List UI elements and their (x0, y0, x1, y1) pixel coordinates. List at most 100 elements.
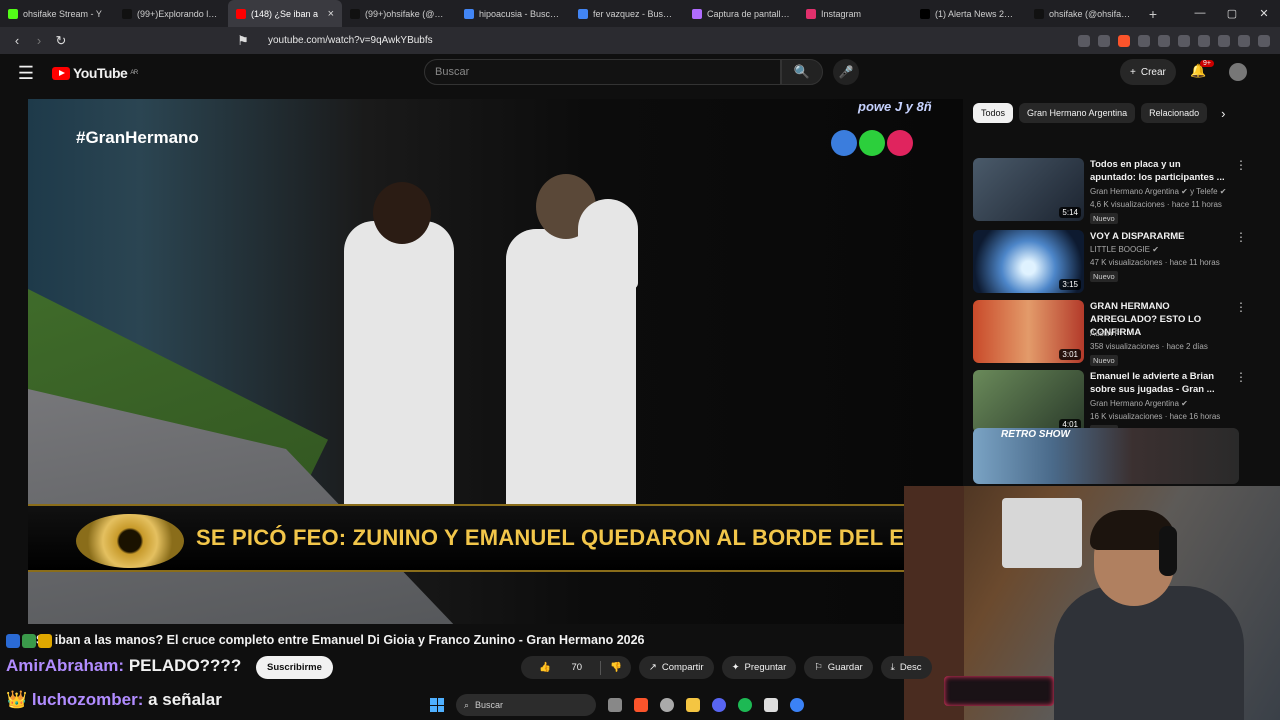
browser-tab[interactable]: ohsifake Stream - Y (0, 0, 114, 27)
notification-count-badge: 9+ (1200, 60, 1214, 67)
save-button[interactable]: ⚐ Guardar (804, 656, 873, 679)
minimize-icon[interactable]: — (1184, 7, 1216, 20)
recommendation-thumbnail[interactable]: 5:14 (973, 158, 1084, 221)
recommendation-title[interactable]: Todos en placa y un apuntado: los partic… (1090, 158, 1225, 184)
browser-tab[interactable]: hipoacusia - Buscar co (456, 0, 570, 27)
recommendation-thumbnail[interactable]: 3:15 (973, 230, 1084, 293)
browser-tab[interactable]: (99+)Explorando la Cu (114, 0, 228, 27)
recommendation-item[interactable]: 3:15 VOY A DISPARARME LITTLE BOOGIE ✔ 47 K … (973, 230, 1247, 294)
app-icon[interactable] (790, 698, 804, 712)
brave-browser-icon[interactable] (634, 698, 648, 712)
duration-badge: 5:14 (1059, 207, 1081, 218)
recommendation-item[interactable]: 3:01 GRAN HERMANO ARREGLADO? ESTO LO CONF… (973, 300, 1247, 366)
tab-title: Captura de pantalla pa (707, 8, 790, 19)
ask-button[interactable]: ✦ Preguntar (721, 656, 797, 679)
chevron-right-icon[interactable]: › (1221, 106, 1225, 121)
sparkle-icon: ✦ (731, 662, 740, 673)
back-icon[interactable]: ‹ (6, 33, 28, 48)
chat-message: AmirAbraham: PELADO???? (6, 656, 241, 676)
close-icon[interactable]: ✕ (1248, 7, 1280, 20)
tab-title: fer vazquez - Buscar co (593, 8, 676, 19)
recommendation-thumb-retro[interactable]: RETRO SHOW (973, 428, 1239, 484)
youtube-logo[interactable]: YouTube AR (52, 65, 138, 81)
taskbar-search[interactable]: ⌕ Buscar (456, 694, 596, 716)
browser-tab[interactable]: (148) ¿Se iban a × (228, 0, 342, 27)
download-button[interactable]: ⤓ Descargar (880, 656, 932, 679)
forward-icon[interactable]: › (28, 33, 50, 48)
video-actions: 👍 70 👎 ↗ Compartir ✦ Preguntar ⚐ Guardar ⤓ D… (521, 656, 932, 679)
person-head (373, 182, 431, 244)
file-explorer-icon[interactable] (686, 698, 700, 712)
browser-tab[interactable]: Captura de pantalla pa (684, 0, 798, 27)
share-button[interactable]: ↗ Compartir (638, 656, 714, 679)
recommendation-channel[interactable]: Gran Hermano Argentina ✔ y Telefe ✔ (1090, 187, 1226, 196)
extension-icon[interactable] (1178, 34, 1190, 47)
chat-text: a señalar (148, 690, 222, 709)
chip-todos[interactable]: Todos (973, 103, 1014, 123)
discord-icon[interactable] (712, 698, 726, 712)
recommendation-title[interactable]: VOY A DISPARARME (1090, 230, 1225, 243)
spotify-icon[interactable] (738, 698, 752, 712)
video-player[interactable]: #GranHermano powe J y 8ñ SE PICÓ FEO: ZU… (28, 99, 963, 624)
recommendation-channel[interactable]: Gran Hermano Argentina ✔ (1090, 399, 1188, 408)
hamburger-menu-icon[interactable]: ☰ (0, 63, 52, 84)
app-icon[interactable] (764, 698, 778, 712)
browser-tab[interactable]: Instagram (798, 0, 912, 27)
recommendation-views: 47 K visualizaciones · hace 11 horas (1090, 258, 1220, 267)
browser-tab[interactable]: ohsifake (@ohsifake) | (1026, 0, 1140, 27)
recommendation-item[interactable]: 4:01 Emanuel le advierte a Brian sobre su… (973, 370, 1247, 436)
search-button[interactable]: 🔍 (781, 59, 823, 85)
create-label: Crear (1140, 66, 1166, 78)
task-view-icon[interactable] (608, 698, 622, 712)
tab-title: ohsifake (@ohsifake) | (1049, 8, 1132, 19)
chip-relacionado[interactable]: Relacionado (1141, 103, 1208, 123)
extension-icon[interactable] (1078, 34, 1090, 47)
more-options-icon[interactable]: ⋮ (1235, 300, 1247, 314)
recommendation-thumbnail[interactable]: 4:01 (973, 370, 1084, 433)
maximize-icon[interactable]: ▢ (1216, 7, 1248, 20)
dislike-button[interactable]: 👎 (601, 662, 631, 673)
more-options-icon[interactable]: ⋮ (1235, 230, 1247, 244)
extension-icon[interactable] (1198, 34, 1210, 47)
tab-title: (99+)Explorando la Cu (137, 8, 220, 19)
browser-tab[interactable]: fer vazquez - Buscar co (570, 0, 684, 27)
chip-gran-hermano[interactable]: Gran Hermano Argentina (1019, 103, 1136, 123)
avatar[interactable] (1229, 63, 1247, 81)
emote-icon (22, 634, 36, 648)
create-button[interactable]: + Crear (1120, 59, 1176, 85)
extension-icon[interactable] (1238, 34, 1250, 47)
tab-favicon-icon (920, 8, 930, 19)
browser-tab[interactable]: (99+)ohsifake (@ohsif (342, 0, 456, 27)
crown-icon: 👑 (6, 690, 28, 709)
recommendation-title[interactable]: Emanuel le advierte a Brian sobre sus ju… (1090, 370, 1225, 396)
extension-icon[interactable] (1098, 34, 1110, 47)
new-tab-button[interactable]: + (1140, 6, 1166, 22)
search-input[interactable]: Buscar (424, 59, 781, 85)
recommendation-thumbnail[interactable]: 3:01 (973, 300, 1084, 363)
taskbar-search-label: Buscar (475, 700, 504, 710)
duration-badge: 3:15 (1059, 279, 1081, 290)
recommendation-channel[interactable]: LITTLE BOOGIE ✔ (1090, 245, 1159, 254)
more-options-icon[interactable]: ⋮ (1235, 370, 1247, 384)
url-input[interactable]: youtube.com/watch?v=9qAwkYBubfs (268, 35, 1078, 46)
extension-icon[interactable] (1158, 34, 1170, 47)
menu-icon[interactable] (1258, 34, 1270, 47)
like-button[interactable]: 👍 70 (521, 662, 600, 673)
new-badge: Nuevo (1090, 355, 1118, 366)
subscribe-button[interactable]: Suscribirme (256, 656, 333, 679)
bookmark-icon[interactable]: ⚑ (232, 33, 254, 49)
recommendation-channel[interactable]: Austin P (1090, 329, 1120, 338)
mic-icon[interactable]: 🎤 (833, 59, 859, 85)
recommendation-item[interactable]: 5:14 Todos en placa y un apuntado: los pa… (973, 158, 1247, 224)
tab-favicon-icon (578, 8, 588, 19)
more-options-icon[interactable]: ⋮ (1235, 158, 1247, 172)
address-bar: ‹ › ↻ ⚑ youtube.com/watch?v=9qAwkYBubfs (0, 27, 1280, 54)
extension-icon[interactable] (1218, 34, 1230, 47)
windows-start-icon[interactable] (430, 698, 444, 712)
close-tab-icon[interactable]: × (328, 8, 334, 20)
reload-icon[interactable]: ↻ (50, 33, 72, 49)
brave-shield-icon[interactable] (1118, 34, 1130, 47)
extension-icon[interactable] (1138, 34, 1150, 47)
browser-tab[interactable]: (1) Alerta News 24 en (912, 0, 1026, 27)
app-icon[interactable] (660, 698, 674, 712)
